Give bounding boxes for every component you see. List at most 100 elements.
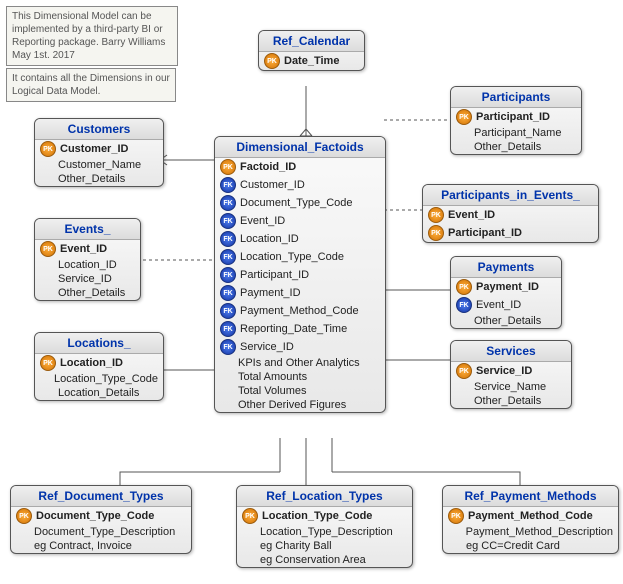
attr-row: eg Contract, Invoice: [11, 539, 191, 553]
attr-label: eg Charity Ball: [260, 540, 332, 552]
pk-icon: PK: [40, 141, 56, 157]
attr-label: Location_Type_Code: [262, 510, 372, 522]
attr-row: Location_Type_Description: [237, 525, 412, 539]
entity-title: Locations_: [35, 333, 163, 354]
attr-label: Location_Type_Description: [260, 526, 393, 538]
attr-list: PK Service_ID Service_NameOther_Details: [451, 362, 571, 408]
fk-icon: FK: [220, 303, 236, 319]
entity-ref-location-types: Ref_Location_Types PKLocation_Type_CodeL…: [236, 485, 413, 568]
attr-list: PKDocument_Type_CodeDocument_Type_Descri…: [11, 507, 191, 553]
attr-row: FK Participant_ID: [215, 266, 385, 284]
attr-label: Service_ID: [240, 341, 294, 353]
note-dimensions: It contains all the Dimensions in our Lo…: [6, 68, 176, 102]
attr-list: PKParticipant_IDParticipant_NameOther_De…: [451, 108, 581, 154]
attr-label: Total Amounts: [238, 371, 307, 383]
attr-label: eg Conservation Area: [260, 554, 366, 566]
pk-icon: PK: [456, 109, 472, 125]
attr-row: FK Location_Type_Code: [215, 248, 385, 266]
attr-row: Participant_Name: [451, 126, 581, 140]
entity-ref-calendar: Ref_Calendar PKDate_Time: [258, 30, 365, 71]
attr-list: PKEvent_IDPK Participant_ID: [423, 206, 598, 242]
attr-row: PKEvent_ID: [423, 206, 598, 224]
note-model-desc: This Dimensional Model can be implemente…: [6, 6, 178, 66]
fk-icon: FK: [220, 267, 236, 283]
attr-row: Other_Details: [451, 140, 581, 154]
attr-label: Location_Type_Code: [240, 251, 344, 263]
entity-title: Participants: [451, 87, 581, 108]
attr-label: Event_ID: [60, 243, 107, 255]
attr-row: Service_Name: [451, 380, 571, 394]
fk-icon: FK: [456, 297, 472, 313]
attr-row: Payment_Method_Description: [443, 525, 618, 539]
entity-title: Events_: [35, 219, 140, 240]
attr-label: Document_Type_Code: [36, 510, 154, 522]
entity-services: Services PK Service_ID Service_NameOther_D…: [450, 340, 572, 409]
attr-row: Other_Details: [451, 314, 561, 328]
attr-row: PK Event_ID: [35, 240, 140, 258]
attr-row: FKCustomer_ID: [215, 176, 385, 194]
attr-row: Other Derived Figures: [215, 398, 385, 412]
fk-icon: FK: [220, 195, 236, 211]
attr-row: Total Amounts: [215, 370, 385, 384]
attr-row: Other_Details: [35, 172, 163, 186]
attr-label: Participant_Name: [474, 127, 561, 139]
entity-participants: Participants PKParticipant_IDParticipant…: [450, 86, 582, 155]
attr-row: FK Reporting_Date_Time: [215, 320, 385, 338]
attr-row: PKDocument_Type_Code: [11, 507, 191, 525]
pk-icon: PK: [456, 279, 472, 295]
pk-icon: PK: [264, 53, 280, 69]
fk-icon: FK: [220, 177, 236, 193]
attr-row: Other_Details: [451, 394, 571, 408]
pk-icon: PK: [448, 508, 464, 524]
fk-icon: FK: [220, 285, 236, 301]
attr-row: PKDate_Time: [259, 52, 364, 70]
entity-title: Services: [451, 341, 571, 362]
entity-events: Events_ PKEvent_IDLocation_IDService_IDO…: [34, 218, 141, 301]
attr-row: PKPayment_ID: [451, 278, 561, 296]
attr-row: eg Charity Ball: [237, 539, 412, 553]
entity-title: Ref_Payment_Methods: [443, 486, 618, 507]
attr-label: Service_ID: [58, 273, 112, 285]
attr-row: FKPayment_Method_Code: [215, 302, 385, 320]
attr-list: PK Location_Type_Code Location_Type_Descri…: [237, 507, 412, 567]
entity-title: Dimensional_Factoids: [215, 137, 385, 158]
attr-label: Factoid_ID: [240, 161, 296, 173]
attr-label: Other_Details: [58, 173, 125, 185]
attr-list: PKFactoid_IDFKCustomer_IDFKDocument_Type…: [215, 158, 385, 412]
fk-icon: FK: [220, 321, 236, 337]
pk-icon: PK: [242, 508, 258, 524]
attr-label: Participant_ID: [240, 269, 309, 281]
attr-row: Location_ID: [35, 258, 140, 272]
attr-label: Reporting_Date_Time: [240, 323, 347, 335]
pk-icon: PK: [456, 363, 472, 379]
pk-icon: PK: [220, 159, 236, 175]
attr-row: PK Payment_Method_Code: [443, 507, 618, 525]
attr-label: Document_Type_Code: [240, 197, 353, 209]
attr-label: Service_ID: [476, 365, 532, 377]
attr-label: Service_Name: [474, 381, 546, 393]
attr-label: Location_Type_Code: [54, 373, 158, 385]
pk-icon: PK: [40, 241, 56, 257]
attr-label: eg Contract, Invoice: [34, 540, 132, 552]
attr-row: KPIs and Other Analytics: [215, 356, 385, 370]
entity-ref-payment-methods: Ref_Payment_Methods PK Payment_Method_Cod…: [442, 485, 619, 554]
attr-label: KPIs and Other Analytics: [238, 357, 360, 369]
pk-icon: PK: [428, 225, 444, 241]
attr-row: FKEvent_ID: [215, 212, 385, 230]
attr-label: Event_ID: [240, 215, 285, 227]
fk-icon: FK: [220, 249, 236, 265]
attr-row: Customer_Name: [35, 158, 163, 172]
attr-label: Document_Type_Description: [34, 526, 175, 538]
entity-title: Payments: [451, 257, 561, 278]
attr-row: PK Participant_ID: [423, 224, 598, 242]
attr-row: eg CC=Credit Card: [443, 539, 618, 553]
attr-label: Event_ID: [476, 299, 521, 311]
attr-label: Payment_Method_Code: [468, 510, 593, 522]
attr-row: Service_ID: [35, 272, 140, 286]
attr-label: Participant_ID: [448, 227, 522, 239]
attr-row: FK Event_ID: [451, 296, 561, 314]
attr-label: Other Derived Figures: [238, 399, 346, 411]
attr-row: FKLocation_ID: [215, 230, 385, 248]
attr-row: FKService_ID: [215, 338, 385, 356]
attr-label: Location_ID: [240, 233, 299, 245]
